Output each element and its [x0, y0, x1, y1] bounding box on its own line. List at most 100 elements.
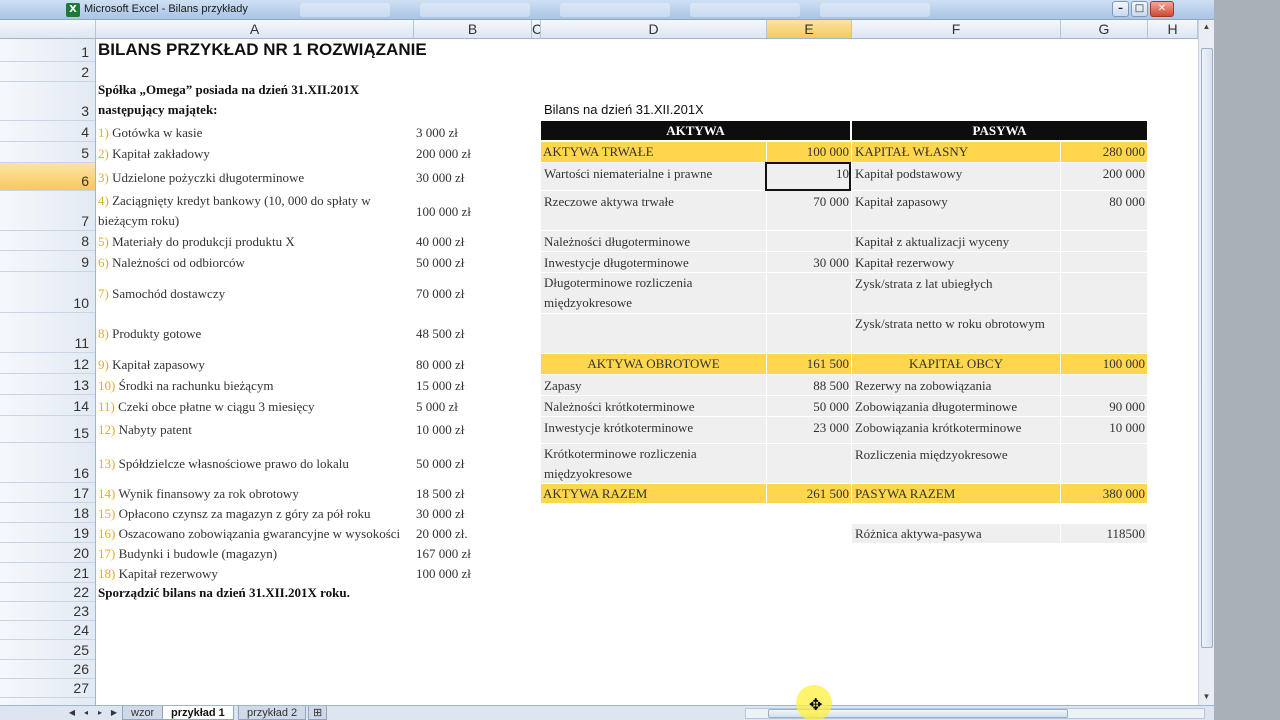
- next-sheet-arrow-icon[interactable]: ▸: [94, 707, 106, 719]
- kapital-obcy-label: KAPITAŁ OBCY: [852, 354, 1060, 374]
- column-header-d[interactable]: D: [541, 20, 767, 38]
- intro-text: Spółka „Omega” posiada na dzień 31.XII.2…: [98, 80, 408, 120]
- pasywa-razem-label: PASYWA RAZEM: [852, 484, 1060, 503]
- aktywa-razem-label: AKTYWA RAZEM: [541, 484, 766, 503]
- kapital-wlasny-label: KAPITAŁ WŁASNY: [852, 142, 1060, 162]
- roznica-label: Różnica aktywa-pasywa: [852, 524, 1060, 543]
- pasywa-item-value: [1061, 375, 1147, 395]
- pasywa-item-value: [1061, 444, 1147, 483]
- vertical-scrollbar[interactable]: ▲ ▼: [1198, 20, 1214, 720]
- window-title: Microsoft Excel - Bilans przykłady: [84, 3, 248, 15]
- item-row: 17) Budynki i budowle (magazyn): [98, 545, 416, 562]
- item-value: 100 000 zł: [416, 565, 526, 582]
- item-value: 30 000 zł: [416, 505, 526, 522]
- column-header-g[interactable]: G: [1061, 20, 1148, 38]
- last-sheet-arrow-icon[interactable]: ▶: [108, 707, 120, 719]
- pasywa-item-label: Rezerwy na zobowiązania: [852, 375, 1060, 395]
- pasywa-item-label: Zobowiązania długoterminowe: [852, 396, 1060, 416]
- aktywa-item-label: Wartości niematerialne i prawne: [541, 163, 766, 190]
- tab-przyklad-2[interactable]: przykład 2: [238, 706, 306, 720]
- balance-heading: Bilans na dzień 31.XII.201X: [544, 101, 844, 118]
- scroll-down-arrow-icon[interactable]: ▼: [1199, 690, 1214, 704]
- kapital-obcy-value: 100 000: [1061, 354, 1147, 374]
- pasywa-item-label: Rozliczenia międzyokresowe: [852, 444, 1060, 483]
- row-header[interactable]: 18: [0, 503, 95, 523]
- item-value: 18 500 zł: [416, 485, 526, 502]
- background-taskbar-item: [420, 3, 530, 17]
- row-header[interactable]: 21: [0, 563, 95, 583]
- row-header[interactable]: 10: [0, 272, 95, 313]
- active-cell-cursor[interactable]: [765, 162, 851, 191]
- pasywa-item-value: [1061, 314, 1147, 353]
- scroll-up-arrow-icon[interactable]: ▲: [1199, 20, 1214, 34]
- item-row: 7) Samochód dostawczy: [98, 285, 416, 302]
- kapital-wlasny-value: 280 000: [1061, 142, 1147, 162]
- mouse-cursor-highlight: ✥: [796, 685, 832, 720]
- sheet-title: BILANS PRZYKŁAD NR 1 ROZWIĄZANIE: [98, 41, 498, 58]
- row-header[interactable]: 3: [0, 82, 95, 121]
- row-header[interactable]: 25: [0, 640, 95, 660]
- pasywa-item-label: Zysk/strata z lat ubiegłych: [852, 273, 1060, 313]
- column-header-e[interactable]: E: [767, 20, 852, 38]
- item-row: 12) Nabyty patent: [98, 421, 416, 438]
- vertical-scroll-thumb[interactable]: [1201, 48, 1213, 648]
- tab-przyklad-1[interactable]: przykład 1: [162, 706, 234, 720]
- row-header[interactable]: 1: [0, 39, 95, 62]
- insert-sheet-icon[interactable]: ⊞: [308, 706, 327, 720]
- row-header[interactable]: 2: [0, 62, 95, 82]
- item-row: 11) Czeki obce płatne w ciągu 3 miesięcy: [98, 398, 416, 415]
- item-value: 70 000 zł: [416, 285, 526, 302]
- tab-wzor[interactable]: wzor: [122, 706, 163, 720]
- move-cursor-icon: ✥: [809, 695, 822, 714]
- row-header[interactable]: 20: [0, 543, 95, 563]
- row-header[interactable]: 24: [0, 621, 95, 640]
- row-header[interactable]: 4: [0, 121, 95, 142]
- item-row: 5) Materiały do produkcji produktu X: [98, 233, 416, 250]
- aktywa-item-label: Długoterminowe rozliczenia międzyokresow…: [541, 273, 766, 313]
- pasywa-item-value: 90 000: [1061, 396, 1147, 416]
- row-header[interactable]: 9: [0, 251, 95, 272]
- select-all-corner[interactable]: [0, 20, 96, 38]
- column-header-c[interactable]: C: [532, 20, 541, 38]
- row-header[interactable]: 7: [0, 191, 95, 231]
- column-header-a[interactable]: A: [96, 20, 414, 38]
- item-row: 1) Gotówka w kasie: [98, 124, 416, 141]
- prev-sheet-arrow-icon[interactable]: ◂: [80, 707, 92, 719]
- row-header[interactable]: 15: [0, 416, 95, 443]
- row-header[interactable]: 8: [0, 231, 95, 251]
- row-header[interactable]: 17: [0, 483, 95, 503]
- minimize-button[interactable]: –: [1112, 1, 1129, 17]
- worksheet-grid[interactable]: BILANS PRZYKŁAD NR 1 ROZWIĄZANIE Spółka …: [96, 39, 1198, 705]
- item-value: 5 000 zł: [416, 398, 526, 415]
- row-headers: 1 2 3 4 5 6 7 8 9 10 11 12 13 14 15 16 1…: [0, 39, 96, 705]
- row-header[interactable]: 22: [0, 583, 95, 602]
- item-row: 16) Oszacowano zobowiązania gwarancyjne …: [98, 525, 414, 542]
- aktywa-header: AKTYWA: [541, 121, 850, 140]
- row-header[interactable]: 12: [0, 353, 95, 374]
- item-value: 10 000 zł: [416, 421, 526, 438]
- column-header-b[interactable]: B: [414, 20, 532, 38]
- pasywa-item-value: [1061, 273, 1147, 313]
- aktywa-item-label: Należności krótkoterminowe: [541, 396, 766, 416]
- row-header[interactable]: 19: [0, 523, 95, 543]
- item-row: 3) Udzielone pożyczki długoterminowe: [98, 169, 416, 186]
- column-header-f[interactable]: F: [852, 20, 1061, 38]
- first-sheet-arrow-icon[interactable]: ◀: [66, 707, 78, 719]
- aktywa-trwale-label: AKTYWA TRWAŁE: [541, 142, 766, 162]
- row-header[interactable]: 6: [0, 163, 95, 191]
- row-header[interactable]: 16: [0, 443, 95, 483]
- excel-icon[interactable]: X: [66, 3, 80, 17]
- row-header[interactable]: 26: [0, 660, 95, 679]
- row-header[interactable]: 5: [0, 142, 95, 163]
- pasywa-item-value: [1061, 252, 1147, 272]
- column-header-h[interactable]: H: [1148, 20, 1198, 38]
- row-header[interactable]: 14: [0, 395, 95, 416]
- pasywa-item-label: Kapitał podstawowy: [852, 163, 1060, 190]
- maximize-button[interactable]: □: [1131, 1, 1148, 17]
- row-header[interactable]: 11: [0, 313, 95, 353]
- close-button[interactable]: ✕: [1150, 1, 1174, 17]
- row-header[interactable]: 27: [0, 679, 95, 698]
- task-text: Sporządzić bilans na dzień 31.XII.201X r…: [98, 584, 498, 601]
- row-header[interactable]: 23: [0, 602, 95, 621]
- row-header[interactable]: 13: [0, 374, 95, 395]
